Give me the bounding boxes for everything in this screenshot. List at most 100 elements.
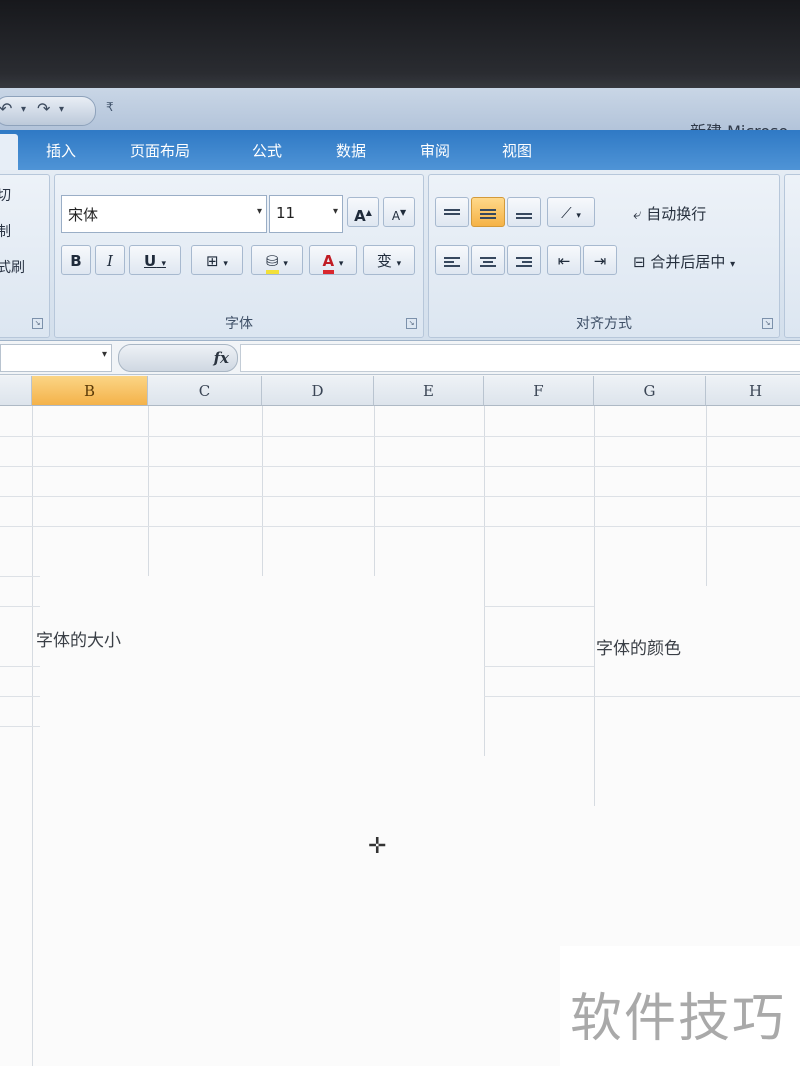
title-bar: ↶ ▾ ↷ ▾ ₹ 新建 Microso [0,88,800,141]
alignment-group-label: 对齐方式 [576,316,632,332]
merge-center-icon: ⊟ [633,253,646,271]
italic-button[interactable]: I [95,245,125,275]
borders-button[interactable]: ⊞ ▾ [191,245,243,275]
undo-icon[interactable]: ↶ [0,99,12,118]
fx-icon: fx [213,349,229,367]
column-header-h[interactable]: H [706,376,800,406]
shrink-font-icon: A [391,209,401,223]
watermark-text: 软件技巧 [570,989,787,1049]
wrap-text-label: 自动换行 [646,205,707,223]
redo-dropdown-icon[interactable]: ▾ [59,104,64,115]
bold-button[interactable]: B [61,245,91,275]
name-box[interactable]: ▾ [0,344,112,372]
format-painter-button[interactable]: 式刷 [0,257,25,277]
chevron-down-icon[interactable]: ▾ [397,259,402,269]
column-header-g[interactable]: G [594,376,706,406]
font-name-value: 宋体 [68,206,99,224]
tab-view[interactable]: 视图 [502,140,532,161]
column-header-f[interactable]: F [484,376,594,406]
align-center-icon [480,255,496,269]
orientation-button[interactable]: ⟋ ▾ [547,197,595,227]
wrap-text-button[interactable]: ⤶ 自动换行 [633,203,706,224]
copy-button[interactable]: 制 [0,221,11,241]
chevron-down-icon[interactable]: ▾ [257,206,262,217]
gridline [0,606,40,607]
tab-insert[interactable]: 插入 [46,140,76,161]
phonetic-button[interactable]: 变 ▾ [363,245,415,275]
alignment-group: ⟋ ▾ ⇤ ⇥ ⤶ 自动换行 ⊟ 合并后居中 ▾ 对齐方式 ↘ [428,174,780,338]
orientation-icon: ⟋ [561,204,572,222]
column-header-d[interactable]: D [262,376,374,406]
gridline [0,576,40,577]
chevron-down-icon[interactable]: ▾ [333,206,338,217]
customize-toolbar-icon[interactable]: ₹ [106,100,114,114]
cut-button[interactable]: 切 [0,185,11,205]
increase-indent-button[interactable]: ⇥ [583,245,617,275]
gridline [484,696,800,697]
clipboard-group: 切 制 式刷 ↘ [0,174,50,338]
tab-review[interactable]: 审阅 [420,140,450,161]
undo-dropdown-icon[interactable]: ▾ [21,104,26,115]
chevron-down-icon[interactable]: ▾ [283,259,288,269]
formula-input[interactable] [240,344,800,372]
chevron-down-icon[interactable]: ▾ [576,211,581,221]
excel-window: ↶ ▾ ↷ ▾ ₹ 新建 Microso 插入 页面布局 公式 数据 审阅 视图… [0,88,800,1066]
grow-font-button[interactable]: A▲ [347,197,379,227]
tab-page-layout[interactable]: 页面布局 [130,140,190,161]
fill-color-icon: ⛁ [266,252,279,274]
gridline [0,436,800,437]
fill-color-button[interactable]: ⛁ ▾ [251,245,303,275]
cell-g-text[interactable]: 字体的颜色 [596,634,681,659]
gridline [0,696,40,697]
font-name-box[interactable]: 宋体 ▾ [61,195,267,233]
phonetic-icon: 变 [376,252,392,270]
align-left-button[interactable] [435,245,469,275]
gridline [32,406,33,1066]
bottom-align-button[interactable] [507,197,541,227]
cell-b-text[interactable]: 字体的大小 [36,626,121,651]
decrease-indent-button[interactable]: ⇤ [547,245,581,275]
column-header-c[interactable]: C [148,376,262,406]
tab-home[interactable] [0,134,18,170]
top-align-button[interactable] [435,197,469,227]
align-center-button[interactable] [471,245,505,275]
chevron-down-icon[interactable]: ▾ [161,259,166,269]
redo-icon[interactable]: ↷ [37,99,50,118]
borders-icon: ⊞ [206,252,219,270]
chevron-down-icon[interactable]: ▾ [730,259,735,270]
merge-center-label: 合并后居中 [650,253,726,271]
ribbon-tabs: 插入 页面布局 公式 数据 审阅 视图 [0,130,800,170]
align-right-button[interactable] [507,245,541,275]
underline-label: U [144,252,157,270]
gridline [484,666,594,667]
chevron-down-icon[interactable]: ▾ [339,259,344,269]
gridline [0,466,800,467]
gridline [484,606,594,607]
chevron-down-icon[interactable]: ▾ [102,349,107,360]
column-header-b[interactable]: B [32,376,148,406]
middle-align-button[interactable] [471,197,505,227]
merge-center-button[interactable]: ⊟ 合并后居中 ▾ [633,251,735,272]
shrink-font-button[interactable]: A▼ [383,197,415,227]
font-group: 宋体 ▾ 11 ▾ A▲ A▼ B I U ▾ ⊞ ▾ ⛁ ▾ A ▾ 变 ▾ … [54,174,424,338]
alignment-launcher-icon[interactable]: ↘ [762,318,773,329]
clipboard-launcher-icon[interactable]: ↘ [32,318,43,329]
insert-function-button[interactable]: fx [118,344,238,372]
font-color-button[interactable]: A ▾ [309,245,357,275]
underline-button[interactable]: U ▾ [129,245,181,275]
tab-data[interactable]: 数据 [336,140,366,161]
align-left-icon [444,255,460,269]
monitor-bezel [0,0,800,92]
font-launcher-icon[interactable]: ↘ [406,318,417,329]
select-all-corner[interactable] [0,376,32,406]
top-align-icon [444,207,460,221]
column-header-e[interactable]: E [374,376,484,406]
tab-formulas[interactable]: 公式 [252,140,282,161]
gridline [484,406,485,756]
align-right-icon [516,255,532,269]
bottom-align-icon [516,207,532,221]
gridline [0,726,40,727]
font-size-box[interactable]: 11 ▾ [269,195,343,233]
chevron-down-icon[interactable]: ▾ [223,259,228,269]
wrap-text-icon: ⤶ [633,205,642,223]
